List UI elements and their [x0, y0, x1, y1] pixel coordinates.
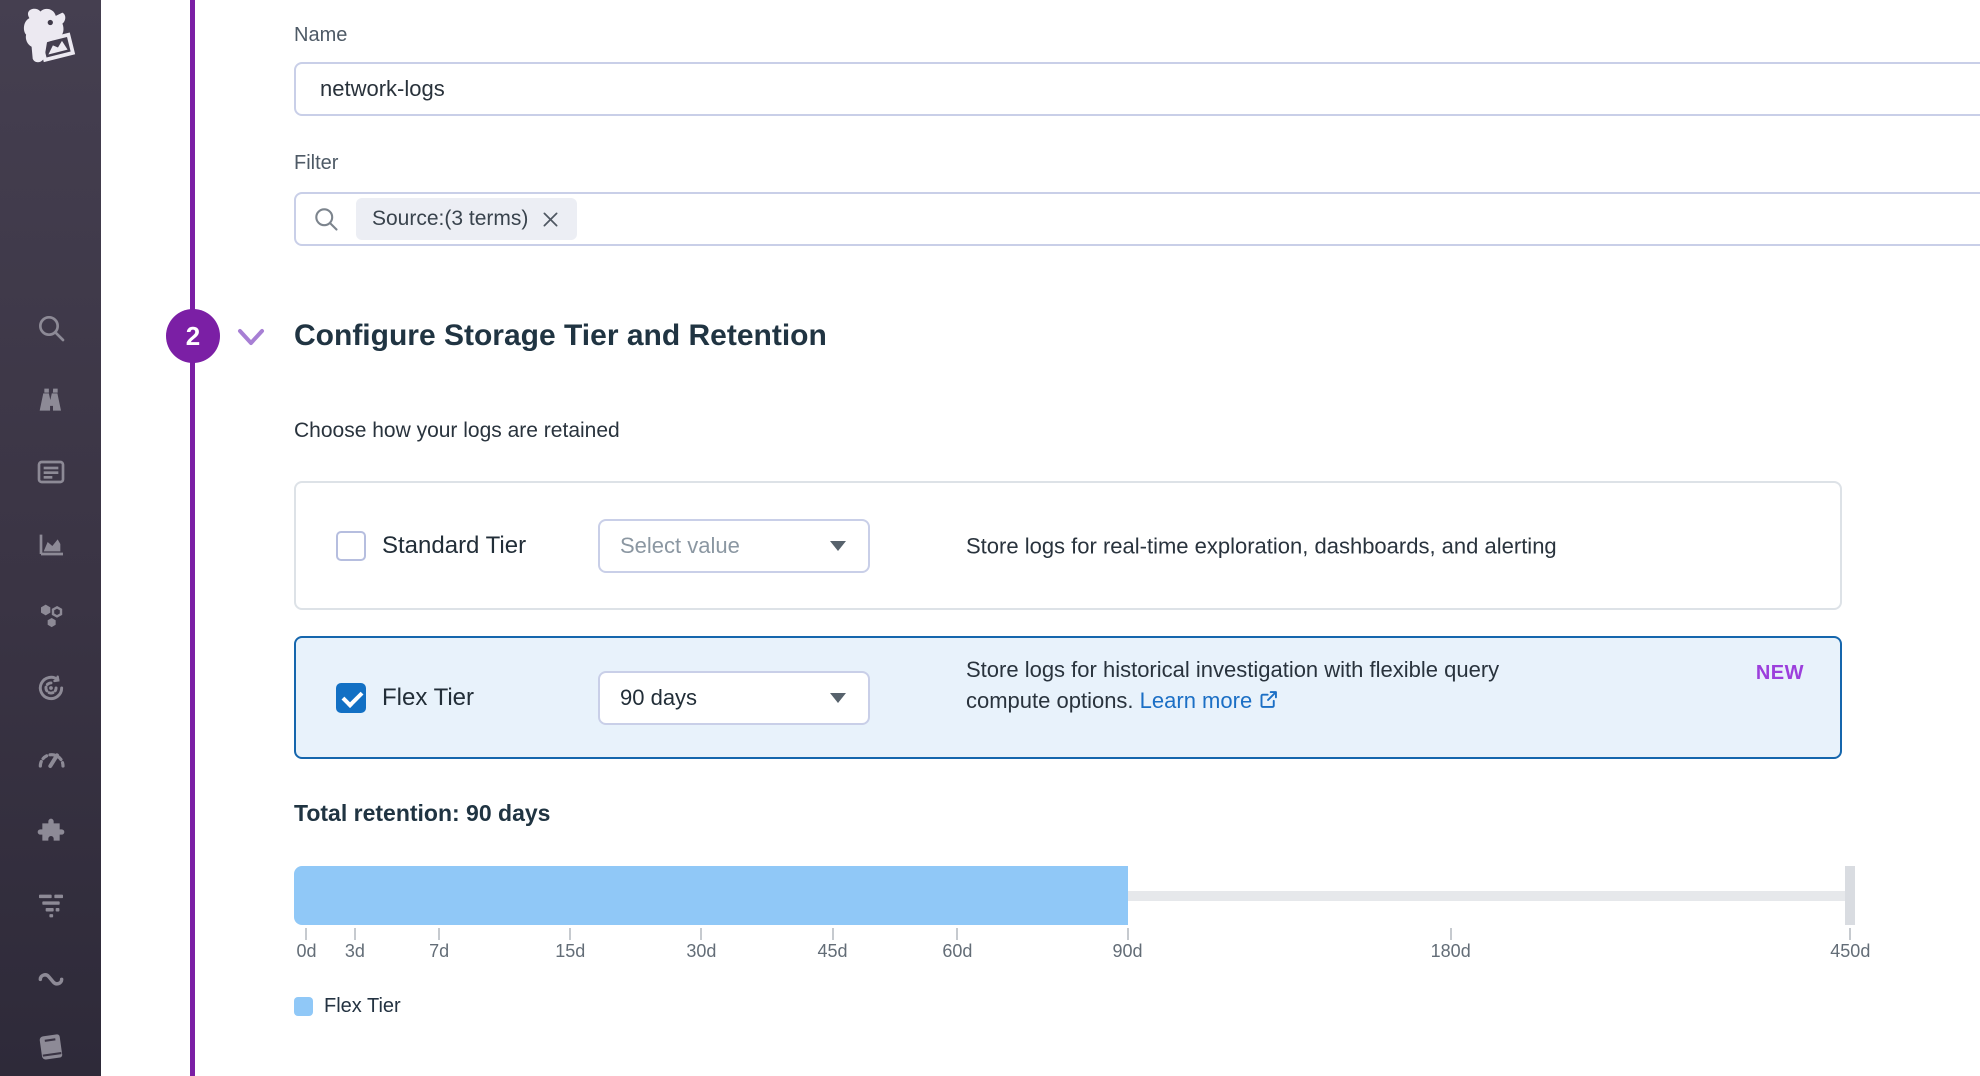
axis-tick-label-7d: 7d [429, 940, 449, 962]
axis-tick-30d [700, 928, 702, 940]
filter-label: Filter [294, 148, 338, 178]
retention-chart: 0d3d7d15d30d45d60d90d180d450d [294, 866, 1855, 976]
filter-chip-label: Source:(3 terms) [372, 207, 528, 231]
name-input[interactable]: network-logs [294, 62, 1980, 116]
events-list-icon[interactable] [34, 455, 68, 489]
synthetics-cycle-icon[interactable] [34, 671, 68, 705]
monitors-gauge-icon[interactable] [34, 743, 68, 777]
step-number: 2 [186, 321, 200, 352]
flex-tier-legend-label: Flex Tier [324, 995, 401, 1018]
flex-tier-retention-select[interactable]: 90 days [598, 671, 870, 725]
name-input-value: network-logs [320, 76, 445, 102]
standard-tier-label: Standard Tier [382, 532, 526, 560]
axis-tick-450d [1849, 928, 1851, 940]
screen: Name network-logs Filter Source:(3 terms… [0, 0, 1980, 1076]
section-title: Configure Storage Tier and Retention [294, 316, 827, 356]
axis-tick-label-3d: 3d [345, 940, 365, 962]
retention-track [1128, 891, 1852, 901]
flex-tier-label: Flex Tier [382, 684, 474, 712]
name-label: Name [294, 20, 347, 50]
axis-tick-15d [569, 928, 571, 940]
metrics-chart-icon[interactable] [34, 527, 68, 561]
standard-tier-description: Store logs for real-time exploration, da… [966, 530, 1557, 561]
axis-tick-label-45d: 45d [818, 940, 848, 962]
caret-down-icon [830, 693, 846, 703]
select-value: 90 days [620, 685, 697, 711]
axis-tick-0d [305, 928, 307, 940]
chevron-down-icon[interactable] [234, 322, 268, 352]
learn-more-label: Learn more [1140, 688, 1253, 713]
standard-tier-checkbox[interactable] [336, 531, 366, 561]
stepper-line [190, 0, 195, 1076]
integrations-puzzle-icon[interactable] [34, 815, 68, 849]
flex-tier-bar [294, 866, 1128, 925]
flex-tier-description: Store logs for historical investigation … [966, 654, 1566, 716]
filter-chip[interactable]: Source:(3 terms) [356, 198, 577, 240]
axis-tick-7d [438, 928, 440, 940]
axis-tick-label-90d: 90d [1113, 940, 1143, 962]
learn-more-link[interactable]: Learn more [1140, 688, 1280, 713]
logs-filter-icon[interactable] [34, 887, 68, 921]
axis-tick-label-450d: 450d [1830, 940, 1870, 962]
flex-tier-card: Flex Tier 90 days Store logs for histori… [294, 636, 1842, 759]
search-icon [312, 205, 340, 233]
standard-tier-card: Standard Tier Select value Store logs fo… [294, 481, 1842, 610]
datadog-logo-icon[interactable] [14, 6, 80, 68]
filter-input[interactable]: Source:(3 terms) [294, 192, 1980, 246]
axis-tick-label-180d: 180d [1431, 940, 1471, 962]
caret-down-icon [830, 541, 846, 551]
axis-tick-180d [1450, 928, 1452, 940]
total-retention-heading: Total retention: 90 days [294, 799, 550, 827]
sidebar [0, 0, 101, 1076]
retention-axis-endcap [1845, 866, 1855, 925]
search-icon[interactable] [34, 311, 68, 345]
processes-hexagons-icon[interactable] [34, 599, 68, 633]
axis-tick-label-60d: 60d [942, 940, 972, 962]
axis-tick-label-30d: 30d [686, 940, 716, 962]
step-2-badge: 2 [166, 309, 220, 363]
section-subtitle: Choose how your logs are retained [294, 417, 620, 445]
pipelines-link-icon[interactable] [34, 959, 68, 993]
standard-tier-retention-select[interactable]: Select value [598, 519, 870, 573]
remove-filter-icon[interactable] [540, 209, 561, 230]
external-link-icon [1258, 689, 1279, 710]
axis-tick-label-15d: 15d [555, 940, 585, 962]
axis-tick-90d [1127, 928, 1129, 940]
axis-tick-label-0d: 0d [296, 940, 316, 962]
axis-tick-60d [956, 928, 958, 940]
select-placeholder: Select value [620, 533, 740, 559]
flex-tier-checkbox[interactable] [336, 683, 366, 713]
chart-legend: Flex Tier [294, 995, 401, 1018]
axis-tick-3d [354, 928, 356, 940]
axis-tick-45d [832, 928, 834, 940]
new-badge: NEW [1756, 662, 1804, 685]
flex-tier-legend-swatch [294, 997, 313, 1016]
notebooks-book-icon[interactable] [34, 1031, 68, 1065]
watchdog-binoculars-icon[interactable] [34, 383, 68, 417]
